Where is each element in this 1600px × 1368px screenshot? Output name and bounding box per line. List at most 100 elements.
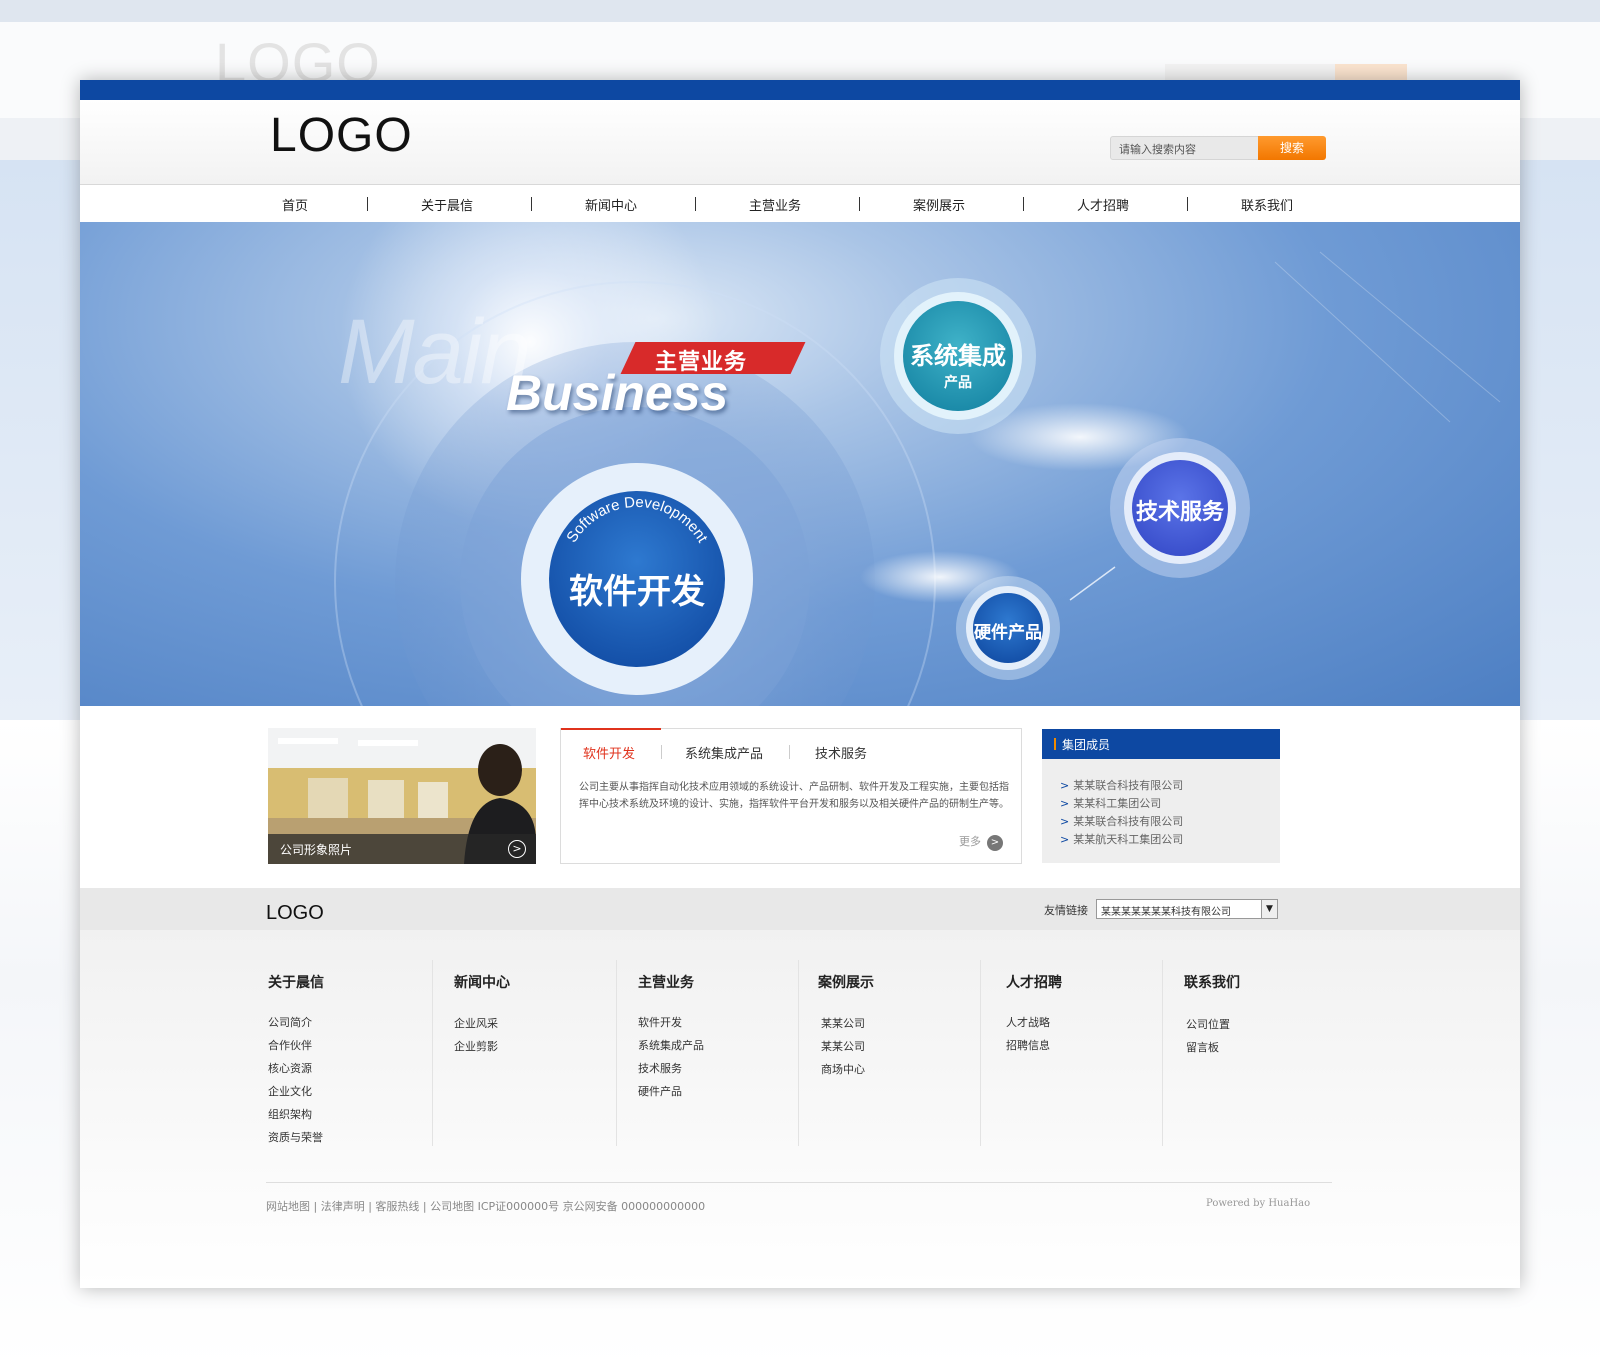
system-sub-label: 产品 [944,375,972,391]
footer-col-divider [798,960,799,1146]
nav-careers[interactable]: 人才招聘 [1048,195,1158,214]
group-members-card: 集团成员 > 某某联合科技有限公司 > 某某科工集团公司 > 某某联合科技有限公司 >… [1042,729,1280,863]
footer-link[interactable]: 某某公司 [821,1038,865,1054]
business-tabs-card: 软件开发 系统集成产品 技术服务 公司主要从事指挥自动化技术应用领域的系统设计、… [560,728,1022,864]
nav-separator [531,197,532,211]
tab-separator [789,745,790,759]
search-button[interactable]: 搜索 [1258,136,1326,160]
tech-label: 技术服务 [1135,500,1224,525]
footer-bottom-links[interactable]: 网站地图 | 法律声明 | 客服热线 | 公司地图 ICP证000000号 京公… [266,1198,705,1214]
website-mockup: LOGO 请输入搜索内容 搜索 首页 关于晨信 新闻中心 主营业务 案例展示 人… [80,80,1520,1288]
footer-link[interactable]: 某某公司 [821,1015,865,1031]
group-item-label: 某某联合科技有限公司 [1073,815,1184,828]
arrow-icon: > [1060,833,1070,846]
footer-link[interactable]: 技术服务 [638,1060,682,1076]
footer-link[interactable]: 系统集成产品 [638,1037,704,1053]
arrow-icon: > [1060,797,1070,810]
tab-system[interactable]: 系统集成产品 [685,743,763,762]
footer-bar: LOGO 友情链接 某某某某某某某科技有限公司 ▼ [80,888,1520,930]
footer-link[interactable]: 企业剪影 [454,1038,498,1054]
search-input[interactable]: 请输入搜索内容 [1110,136,1260,160]
backdrop-top-band [0,0,1600,22]
group-item[interactable]: > 某某航天科工集团公司 [1060,831,1183,847]
banner-graphics: Software Development [334,222,1501,706]
company-photo-card[interactable]: 公司形象照片 > [268,728,536,864]
friend-links-selected: 某某某某某某某科技有限公司 [1101,907,1231,918]
footer-divider [266,1182,1332,1183]
footer-link[interactable]: 合作伙伴 [268,1037,312,1053]
footer-logo[interactable]: LOGO [266,902,324,925]
friend-links-label: 友情链接 [1044,904,1088,917]
footer-col-title[interactable]: 新闻中心 [454,972,510,992]
tab-content: 公司主要从事指挥自动化技术应用领域的系统设计、产品研制、软件开发及工程实施，主要… [579,782,1009,810]
group-item[interactable]: > 某某联合科技有限公司 [1060,813,1183,829]
group-item-label: 某某航天科工集团公司 [1073,833,1184,846]
footer-link[interactable]: 公司位置 [1186,1016,1230,1032]
hero-banner: Software Development Main 主营业务 Business … [80,222,1520,706]
tab-software[interactable]: 软件开发 [583,743,635,762]
footer-link[interactable]: 商场中心 [821,1061,865,1077]
connector-line [1069,566,1116,601]
group-item[interactable]: > 某某科工集团公司 [1060,795,1161,811]
nav-separator [367,197,368,211]
active-tab-indicator [561,728,661,730]
footer-col-divider [616,960,617,1146]
footer-col-title[interactable]: 主营业务 [638,972,694,992]
nav-business[interactable]: 主营业务 [720,195,830,214]
chevron-down-icon[interactable]: ▼ [1261,900,1277,918]
hardware-label: 硬件产品 [974,623,1042,643]
footer-main: 关于晨信 公司简介 合作伙伴 核心资源 企业文化 组织架构 资质与荣誉 新闻中心… [80,930,1520,1288]
footer-link[interactable]: 核心资源 [268,1060,312,1076]
group-title: 集团成员 [1062,738,1111,752]
nav-cases[interactable]: 案例展示 [884,195,994,214]
photo-caption: 公司形象照片 [280,843,353,857]
footer-link[interactable]: 资质与荣誉 [268,1129,323,1145]
nav-separator [1023,197,1024,211]
nav-separator [1187,197,1188,211]
footer-link[interactable]: 企业风采 [454,1015,498,1031]
footer-col-divider [432,960,433,1146]
group-item-label: 某某科工集团公司 [1073,797,1162,810]
footer-col-divider [980,960,981,1146]
footer-col-title[interactable]: 人才招聘 [1006,972,1062,992]
footer-link[interactable]: 留言板 [1186,1039,1219,1055]
group-item[interactable]: > 某某联合科技有限公司 [1060,777,1183,793]
footer-link[interactable]: 企业文化 [268,1083,312,1099]
tab-tech[interactable]: 技术服务 [815,743,867,762]
footer-col-title[interactable]: 联系我们 [1184,972,1240,992]
footer-link[interactable]: 人才战略 [1006,1014,1050,1030]
arrow-icon: > [1060,779,1070,792]
more-link[interactable]: 更多 [959,833,981,849]
accent-line [1319,251,1501,403]
nav-home[interactable]: 首页 [240,195,350,214]
footer-col-title[interactable]: 案例展示 [818,972,874,992]
footer-link[interactable]: 软件开发 [638,1014,682,1030]
nav-separator [695,197,696,211]
chevron-right-icon[interactable]: > [987,835,1003,851]
software-label: 软件开发 [569,572,705,612]
accent-line [1274,261,1451,423]
nav-news[interactable]: 新闻中心 [556,195,666,214]
footer-link[interactable]: 硬件产品 [638,1083,682,1099]
footer-link[interactable]: 招聘信息 [1006,1037,1050,1053]
footer-col-divider [1162,960,1163,1146]
group-header-marker [1054,738,1056,750]
friend-links-select[interactable]: 某某某某某某某科技有限公司 ▼ [1096,899,1278,919]
top-blue-bar [80,80,1520,100]
site-logo[interactable]: LOGO [270,108,413,163]
footer-col-title[interactable]: 关于晨信 [268,972,324,992]
group-item-label: 某某联合科技有限公司 [1073,779,1184,792]
arrow-right-icon[interactable]: > [508,840,526,858]
tab-separator [661,745,662,759]
banner-main-word: Main [338,301,531,403]
nav-contact[interactable]: 联系我们 [1212,195,1322,214]
footer-link[interactable]: 公司简介 [268,1014,312,1030]
footer-link[interactable]: 组织架构 [268,1106,312,1122]
powered-by: Powered by HuaHao [1206,1198,1311,1209]
arrow-icon: > [1060,815,1070,828]
nav-separator [859,197,860,211]
system-label: 系统集成 [910,342,1006,370]
main-nav: 首页 关于晨信 新闻中心 主营业务 案例展示 人才招聘 联系我们 [80,184,1520,222]
banner-business-word: Business [506,365,729,421]
nav-about[interactable]: 关于晨信 [392,195,502,214]
